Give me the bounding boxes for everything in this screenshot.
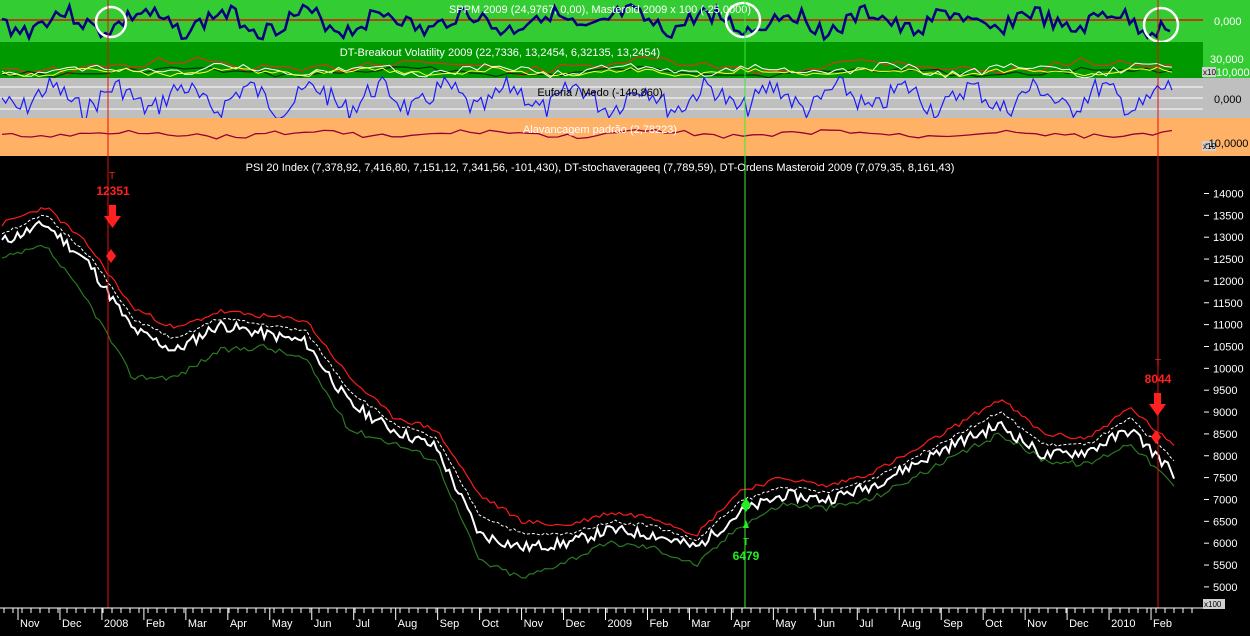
x-tick-label: Apr — [733, 618, 750, 630]
x-tick-label: 2008 — [104, 618, 128, 630]
x-tick-label: Aug — [901, 618, 921, 630]
x-tick-label: May — [272, 618, 293, 630]
y-tick-label: 5500 — [1213, 560, 1237, 572]
y-tick-label: 5000 — [1213, 582, 1237, 594]
breakout-tick-top: 30,000 — [1210, 54, 1244, 66]
euforia-tick: 0,000 — [1214, 94, 1242, 106]
x-tick-label: Feb — [1153, 618, 1172, 630]
x-tick-label: Sep — [440, 618, 460, 630]
x-tick-label: Dec — [566, 618, 586, 630]
signal-2-marker: T — [743, 537, 749, 548]
x-tick-label: Aug — [398, 618, 418, 630]
x-tick-label: Dec — [1069, 618, 1089, 630]
breakout-scale: x10 — [1203, 68, 1216, 77]
signal-1-label: 12351 — [96, 184, 130, 198]
chart-svg: SPPM 2009 (24,9767, 0,00), Masteroid 200… — [0, 0, 1250, 631]
x-tick-label: May — [775, 618, 796, 630]
signal-2-label: 6479 — [733, 549, 760, 563]
breakout-title: DT-Breakout Volatility 2009 (22,7336, 13… — [340, 47, 660, 59]
x-tick-label: 2009 — [608, 618, 632, 630]
y-tick-label: 10500 — [1213, 341, 1244, 353]
y-tick-label: 13500 — [1213, 210, 1244, 222]
y-tick-label: 8000 — [1213, 451, 1237, 463]
x-tick-label: Nov — [20, 618, 40, 630]
signal-3-label: 8044 — [1145, 372, 1172, 386]
price-panel — [0, 156, 1203, 608]
x-tick-label: 2010 — [1111, 618, 1135, 630]
x-axis — [0, 608, 1203, 631]
breakout-tick-bottom: 10,000 — [1216, 67, 1250, 79]
y-tick-label: 7500 — [1213, 473, 1237, 485]
signal-3-marker: T — [1155, 358, 1161, 369]
x-tick-label: Sep — [943, 618, 963, 630]
y-tick-label: 13000 — [1213, 232, 1244, 244]
x-tick-label: Feb — [146, 618, 165, 630]
signal-1-marker: T — [109, 171, 115, 182]
x-tick-label: Mar — [691, 618, 710, 630]
x-tick-label: Mar — [188, 618, 207, 630]
y-tick-label: 11000 — [1213, 320, 1243, 332]
y-tick-label: 8500 — [1213, 429, 1237, 441]
y-tick-label: 6500 — [1213, 516, 1237, 528]
alavancagem-tick: -10,0000 — [1205, 138, 1248, 150]
y-tick-label: 12000 — [1213, 276, 1244, 288]
x-scale-label: x100 — [1204, 600, 1222, 609]
x-tick-label: Apr — [230, 618, 247, 630]
x-tick-label: Nov — [524, 618, 544, 630]
x-tick-label: Dec — [62, 618, 82, 630]
x-tick-label: Nov — [1027, 618, 1047, 630]
alavancagem-title: Alavancagem padrão (2,78223) — [523, 124, 677, 136]
x-tick-label: Oct — [482, 618, 499, 630]
y-tick-label: 11500 — [1213, 298, 1243, 310]
y-tick-label: 6000 — [1213, 538, 1237, 550]
chart-window: SPPM 2009 (24,9767, 0,00), Masteroid 200… — [0, 0, 1250, 631]
euforia-title: Euforia / Medo (-149,860) — [537, 87, 662, 99]
y-tick-label: 12500 — [1213, 254, 1244, 266]
sppm-title: SPPM 2009 (24,9767, 0,00), Masteroid 200… — [449, 4, 751, 16]
x-tick-label: Jun — [817, 618, 835, 630]
y-tick-label: 7000 — [1213, 494, 1237, 506]
x-tick-label: Feb — [649, 618, 668, 630]
x-tick-label: Jun — [314, 618, 332, 630]
y-tick-label: 10000 — [1213, 363, 1244, 375]
x-tick-label: Jul — [356, 618, 370, 630]
y-tick-label: 14000 — [1213, 188, 1244, 200]
x-tick-label: Oct — [985, 618, 1002, 630]
price-title: PSI 20 Index (7,378,92, 7,416,80, 7,151,… — [246, 162, 955, 174]
y-tick-label: 9500 — [1213, 385, 1237, 397]
y-tick-label: 9000 — [1213, 407, 1237, 419]
sppm-tick: 0,000 — [1214, 16, 1242, 28]
x-tick-label: Jul — [859, 618, 873, 630]
